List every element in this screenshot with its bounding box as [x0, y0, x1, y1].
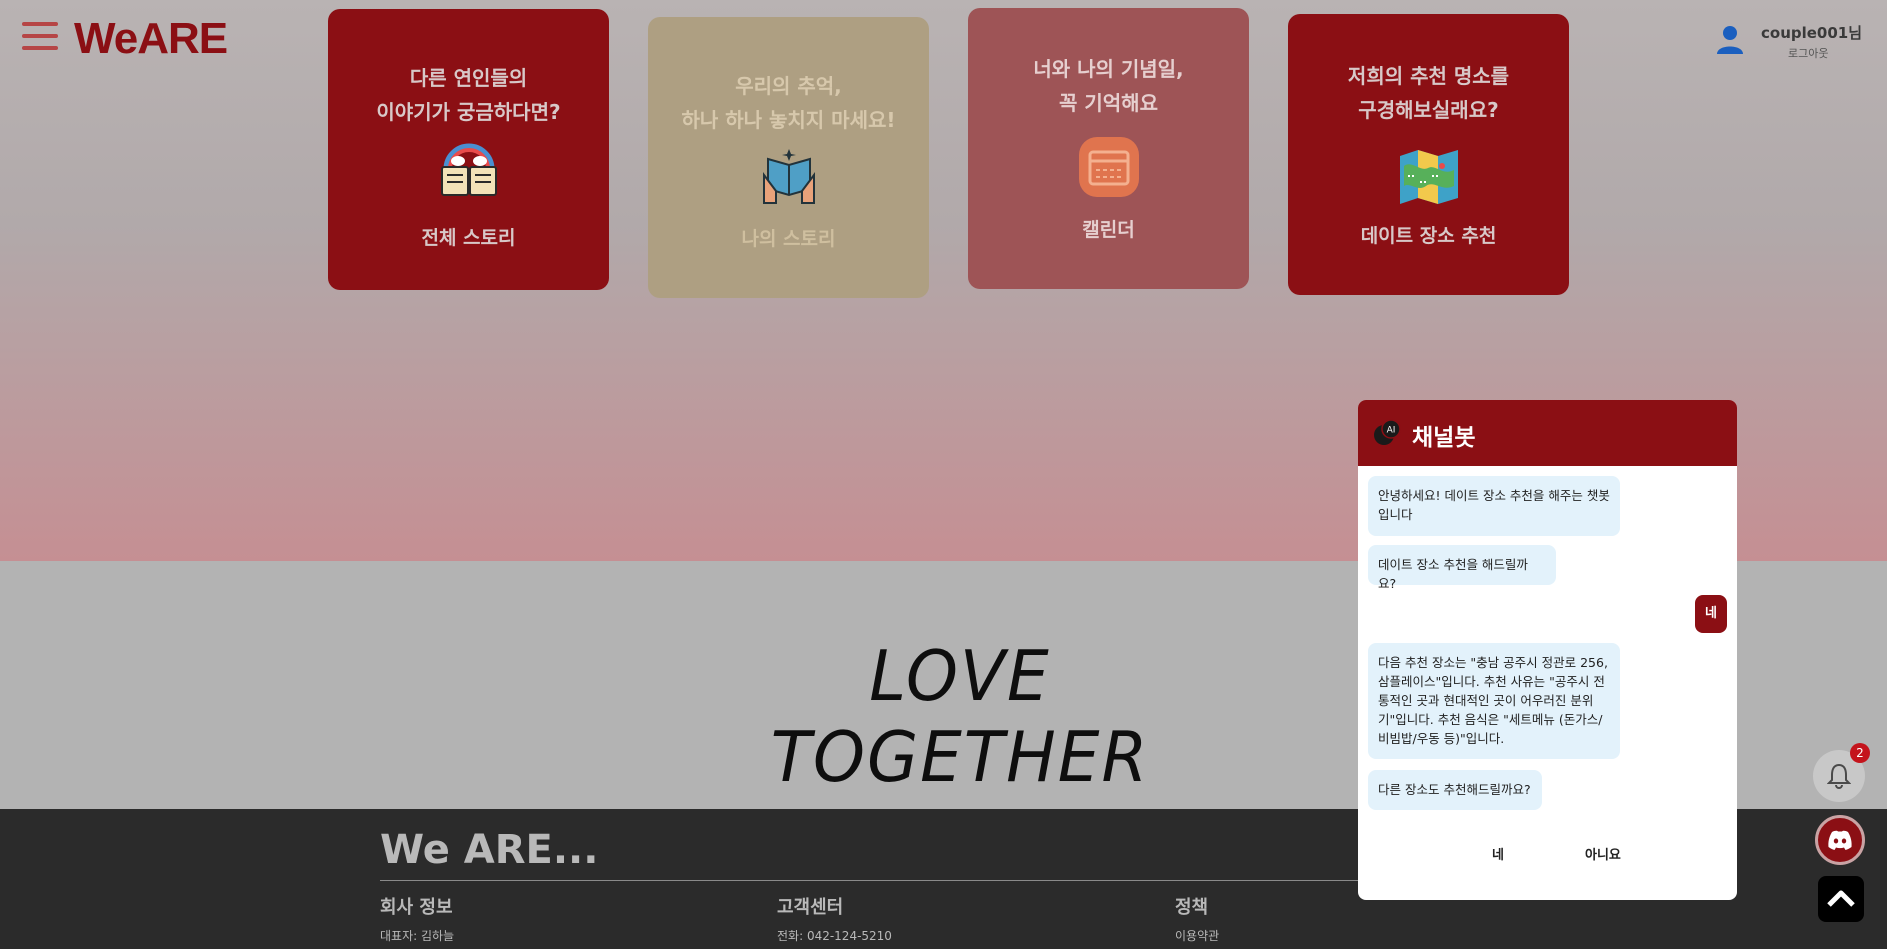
calendar-icon	[1079, 137, 1139, 197]
notification-badge: 2	[1850, 743, 1870, 763]
bot-message: 다른 장소도 추천해드릴까요?	[1368, 770, 1542, 810]
logout-link[interactable]: 로그아웃	[1788, 45, 1828, 61]
card-label: 캘린더	[1082, 219, 1135, 241]
footer-column-support: 고객센터 전화: 042-124-5210	[777, 893, 892, 944]
discord-icon	[1828, 830, 1852, 850]
bot-message: 안녕하세요! 데이트 장소 추천을 해주는 챗봇입니다	[1368, 476, 1620, 536]
svg-text:AI: AI	[1387, 426, 1396, 436]
chatbot-window: AI 채널봇 안녕하세요! 데이트 장소 추천을 해주는 챗봇입니다 데이트 장…	[1358, 400, 1737, 900]
footer-terms-link[interactable]: 이용약관	[1175, 927, 1219, 944]
discord-button[interactable]	[1815, 815, 1865, 865]
chatbot-ai-icon: AI	[1374, 419, 1401, 445]
user-name: couple001님	[1761, 24, 1863, 42]
card-calendar[interactable]: 너와 나의 기념일, 꼭 기억해요 캘린더	[968, 8, 1249, 289]
scroll-to-top-button[interactable]	[1818, 876, 1864, 922]
card-title: 너와 나의 기념일, 꼭 기억해요	[1033, 57, 1184, 115]
footer-column-item: 대표자: 김하늘	[380, 929, 455, 943]
footer-column-policy: 정책 이용약관	[1175, 893, 1219, 944]
map-icon	[1400, 150, 1458, 204]
slogan: LOVE TOGETHER	[770, 636, 1150, 798]
page: WeARE couple001님 로그아웃 다른 연인들의 이야기가 궁금하다면…	[0, 0, 1887, 949]
open-book-icon	[441, 143, 497, 196]
chatbot-yes-button[interactable]: 네	[1492, 844, 1504, 863]
chevron-up-icon	[1827, 890, 1855, 907]
chatbot-title: 채널봇	[1412, 425, 1476, 451]
menu-line	[22, 46, 58, 50]
footer-column-item: 전화: 042-124-5210	[777, 929, 892, 943]
footer-column-title: 회사 정보	[380, 897, 453, 918]
user-message: 네	[1695, 595, 1727, 633]
hamburger-menu-icon[interactable]	[22, 22, 58, 54]
menu-line	[22, 22, 58, 26]
reading-book-icon	[763, 149, 815, 204]
card-label: 나의 스토리	[741, 228, 836, 250]
bot-message: 다음 추천 장소는 "충남 공주시 정관로 256, 삼플레이스"입니다. 추천…	[1368, 643, 1620, 759]
footer-brand: We ARE...	[380, 827, 599, 873]
user-area: couple001님 로그아웃	[1715, 18, 1880, 66]
card-title: 우리의 추억, 하나 하나 놓치지 마세요!	[681, 74, 896, 132]
footer-column-title: 고객센터	[777, 897, 844, 918]
chatbot-header: AI 채널봇	[1358, 400, 1737, 466]
user-icon[interactable]	[1715, 24, 1745, 54]
card-title: 저희의 추천 명소를 구경해보실래요?	[1347, 64, 1510, 122]
card-my-stories[interactable]: 우리의 추억, 하나 하나 놓치지 마세요! 나의 스토리	[648, 17, 929, 298]
card-date-recommend[interactable]: 저희의 추천 명소를 구경해보실래요? 데이트 장소 추천	[1288, 14, 1569, 295]
card-label: 데이트 장소 추천	[1360, 225, 1497, 247]
card-all-stories[interactable]: 다른 연인들의 이야기가 궁금하다면? 전체 스토리	[328, 9, 609, 290]
card-label: 전체 스토리	[421, 227, 516, 249]
footer-divider	[380, 880, 1400, 881]
logo[interactable]: WeARE	[74, 14, 228, 64]
menu-line	[22, 34, 58, 38]
footer-column-company: 회사 정보 대표자: 김하늘	[380, 893, 454, 944]
bot-message: 데이트 장소 추천을 해드릴까요?	[1368, 545, 1556, 591]
footer-column-title: 정책	[1175, 897, 1209, 918]
chatbot-no-button[interactable]: 아니요	[1585, 844, 1621, 863]
bell-icon	[1827, 763, 1851, 789]
card-title: 다른 연인들의 이야기가 궁금하다면?	[376, 66, 561, 124]
